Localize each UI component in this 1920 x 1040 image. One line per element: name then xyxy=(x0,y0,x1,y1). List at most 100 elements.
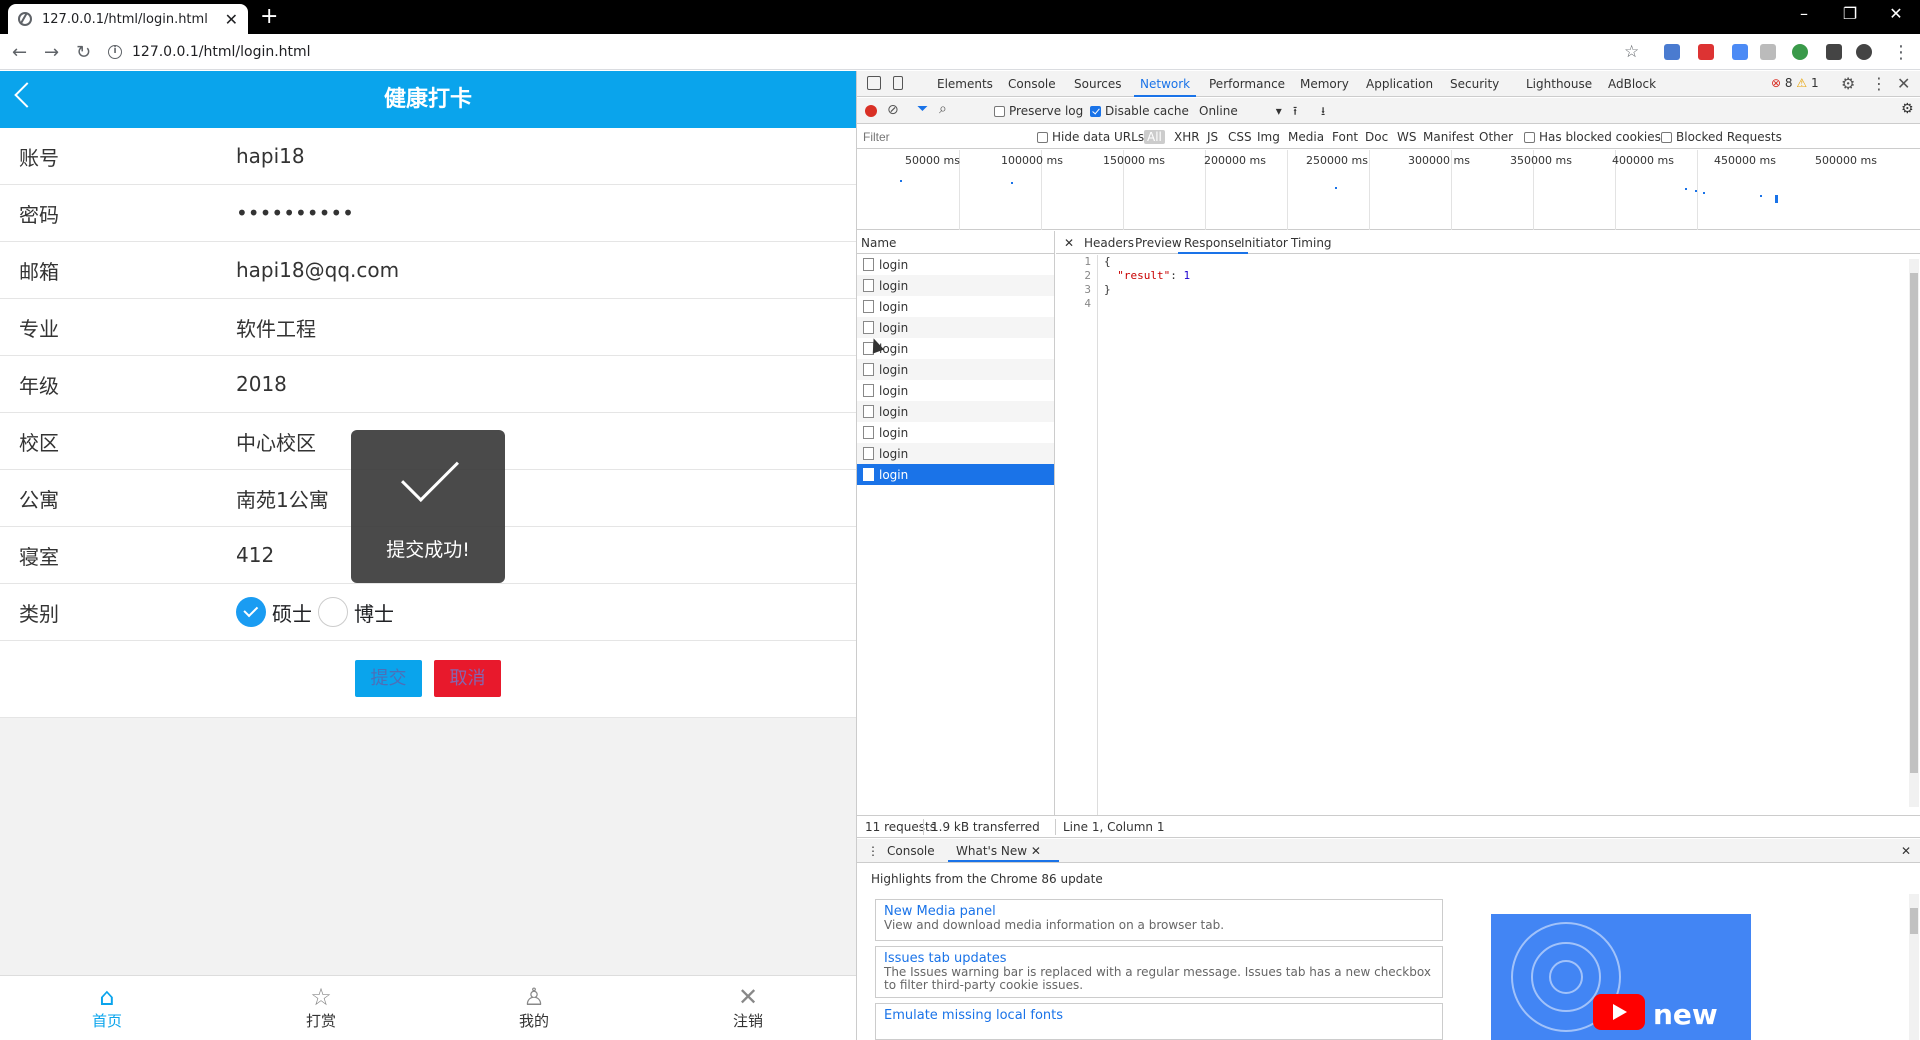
apartment-input[interactable]: 南苑1公寓 xyxy=(236,484,329,513)
whats-new-video-thumbnail[interactable]: new xyxy=(1491,914,1751,1040)
nav-home[interactable]: ⌂ 首页 xyxy=(67,984,147,1031)
filter-doc[interactable]: Doc xyxy=(1365,130,1388,144)
tab-security[interactable]: Security xyxy=(1450,77,1499,91)
import-har-icon[interactable]: ⭱ xyxy=(1293,102,1297,123)
card-title[interactable]: Issues tab updates xyxy=(884,951,1434,966)
filter-img[interactable]: Img xyxy=(1257,130,1280,144)
tab-close-icon[interactable]: ✕ xyxy=(1031,844,1041,858)
omnibox[interactable]: i 127.0.0.1/html/login.html xyxy=(108,39,1648,65)
request-row[interactable]: login xyxy=(857,296,1054,317)
tab-application[interactable]: Application xyxy=(1366,77,1433,91)
drawer-close-icon[interactable]: ✕ xyxy=(1901,844,1911,858)
name-column-header[interactable]: Name xyxy=(857,231,1054,254)
export-har-icon[interactable]: ⭳ xyxy=(1321,102,1325,123)
extension-icon[interactable] xyxy=(1698,44,1714,60)
dorm-input[interactable]: 412 xyxy=(236,543,274,567)
blocked-cookies-checkbox[interactable]: Has blocked cookies xyxy=(1524,130,1661,144)
drawer-tab-whats-new[interactable]: What's New ✕ xyxy=(948,844,1059,862)
filter-ws[interactable]: WS xyxy=(1397,130,1416,144)
account-input[interactable]: hapi18 xyxy=(236,144,305,168)
filter-input[interactable] xyxy=(861,128,989,146)
scroll-thumb[interactable] xyxy=(1910,908,1918,934)
filter-css[interactable]: CSS xyxy=(1228,130,1252,144)
disable-cache-checkbox[interactable]: Disable cache xyxy=(1090,104,1189,118)
grade-input[interactable]: 2018 xyxy=(236,372,287,396)
request-row[interactable]: login xyxy=(857,317,1054,338)
minimize-button[interactable]: – xyxy=(1782,4,1826,23)
tab-lighthouse[interactable]: Lighthouse xyxy=(1526,77,1592,91)
filter-manifest[interactable]: Manifest xyxy=(1423,130,1474,144)
extension-icon[interactable] xyxy=(1792,44,1808,60)
tab-response[interactable]: Response xyxy=(1178,236,1248,254)
drawer-tab-console[interactable]: Console xyxy=(887,844,935,858)
tab-memory[interactable]: Memory xyxy=(1300,77,1349,91)
tab-close-icon[interactable]: ✕ xyxy=(225,10,238,29)
request-row[interactable]: login xyxy=(857,254,1054,275)
request-row[interactable]: login xyxy=(857,275,1054,296)
request-row[interactable]: login xyxy=(857,380,1054,401)
hide-data-urls-checkbox[interactable]: Hide data URLs xyxy=(1037,130,1144,144)
filter-xhr[interactable]: XHR xyxy=(1174,130,1200,144)
search-icon[interactable]: ⌕ xyxy=(939,101,947,117)
tab-performance[interactable]: Performance xyxy=(1209,77,1285,91)
reload-icon[interactable]: ↻ xyxy=(76,42,91,63)
device-toolbar-icon[interactable] xyxy=(893,76,903,90)
drawer-scrollbar[interactable] xyxy=(1909,894,1919,1040)
puzzle-icon[interactable] xyxy=(1826,44,1842,60)
card-title[interactable]: New Media panel xyxy=(884,904,1434,919)
devtools-menu-icon[interactable]: ⋮ xyxy=(1871,74,1887,93)
tab-elements[interactable]: Elements xyxy=(937,77,993,91)
radio-master[interactable] xyxy=(236,597,266,627)
extension-icon[interactable] xyxy=(1664,44,1680,60)
devtools-close-icon[interactable]: ✕ xyxy=(1897,74,1910,93)
request-row[interactable]: login xyxy=(857,359,1054,380)
record-icon[interactable] xyxy=(865,105,877,117)
tab-console[interactable]: Console xyxy=(1008,77,1056,91)
menu-kebab-icon[interactable]: ⋮ xyxy=(1892,42,1910,63)
profile-icon[interactable] xyxy=(1856,44,1872,60)
nav-mine[interactable]: ♙ 我的 xyxy=(494,984,574,1031)
filter-icon[interactable]: ⏷ xyxy=(917,101,928,117)
tab-timing[interactable]: Timing xyxy=(1291,236,1332,250)
back-icon[interactable]: ← xyxy=(12,42,27,63)
response-scrollbar[interactable] xyxy=(1909,259,1919,807)
response-body[interactable]: { "result": 1 } xyxy=(1104,255,1190,311)
tab-initiator[interactable]: Initiator xyxy=(1241,236,1288,250)
preserve-log-checkbox[interactable]: Preserve log xyxy=(994,104,1083,118)
scroll-thumb[interactable] xyxy=(1910,273,1918,773)
nav-reward[interactable]: ☆ 打赏 xyxy=(281,984,361,1031)
drawer-menu-icon[interactable]: ⋮ xyxy=(867,844,879,858)
clear-icon[interactable]: ⊘ xyxy=(887,102,899,118)
extension-icon[interactable] xyxy=(1760,44,1776,60)
request-row[interactable]: login xyxy=(857,443,1054,464)
restore-button[interactable]: ❐ xyxy=(1828,4,1872,23)
site-info-icon[interactable]: i xyxy=(108,45,122,59)
request-row[interactable]: login xyxy=(857,422,1054,443)
filter-font[interactable]: Font xyxy=(1332,130,1358,144)
whats-new-card[interactable]: Issues tab updates The Issues warning ba… xyxy=(875,946,1443,998)
issues-badge[interactable]: ⊗ 8 ⚠ 1 xyxy=(1771,76,1819,90)
network-settings-icon[interactable]: ⚙ xyxy=(1901,101,1914,117)
request-row[interactable]: login xyxy=(857,338,1054,359)
forward-icon[interactable]: → xyxy=(44,42,59,63)
whats-new-card[interactable]: New Media panel View and download media … xyxy=(875,899,1443,941)
tab-preview[interactable]: Preview xyxy=(1135,236,1182,250)
radio-doctor[interactable] xyxy=(318,597,348,627)
extension-icon[interactable] xyxy=(1732,44,1748,60)
filter-all[interactable]: All xyxy=(1144,130,1165,144)
campus-input[interactable]: 中心校区 xyxy=(236,427,316,456)
filter-js[interactable]: JS xyxy=(1207,130,1218,144)
tab-headers[interactable]: Headers xyxy=(1084,236,1134,250)
request-row[interactable]: login xyxy=(857,401,1054,422)
throttling-select[interactable]: Online ▾ xyxy=(1199,104,1282,118)
bookmark-star-icon[interactable]: ☆ xyxy=(1624,42,1639,62)
tab-network[interactable]: Network xyxy=(1133,77,1197,97)
close-detail-icon[interactable]: ✕ xyxy=(1064,236,1074,250)
request-row-selected[interactable]: login xyxy=(857,464,1054,485)
browser-tab[interactable]: 127.0.0.1/html/login.html ✕ xyxy=(8,4,248,34)
cancel-button[interactable]: 取消 xyxy=(434,660,501,697)
filter-media[interactable]: Media xyxy=(1288,130,1324,144)
window-close-button[interactable]: ✕ xyxy=(1874,4,1918,23)
blocked-requests-checkbox[interactable]: Blocked Requests xyxy=(1661,130,1782,144)
tab-sources[interactable]: Sources xyxy=(1074,77,1121,91)
